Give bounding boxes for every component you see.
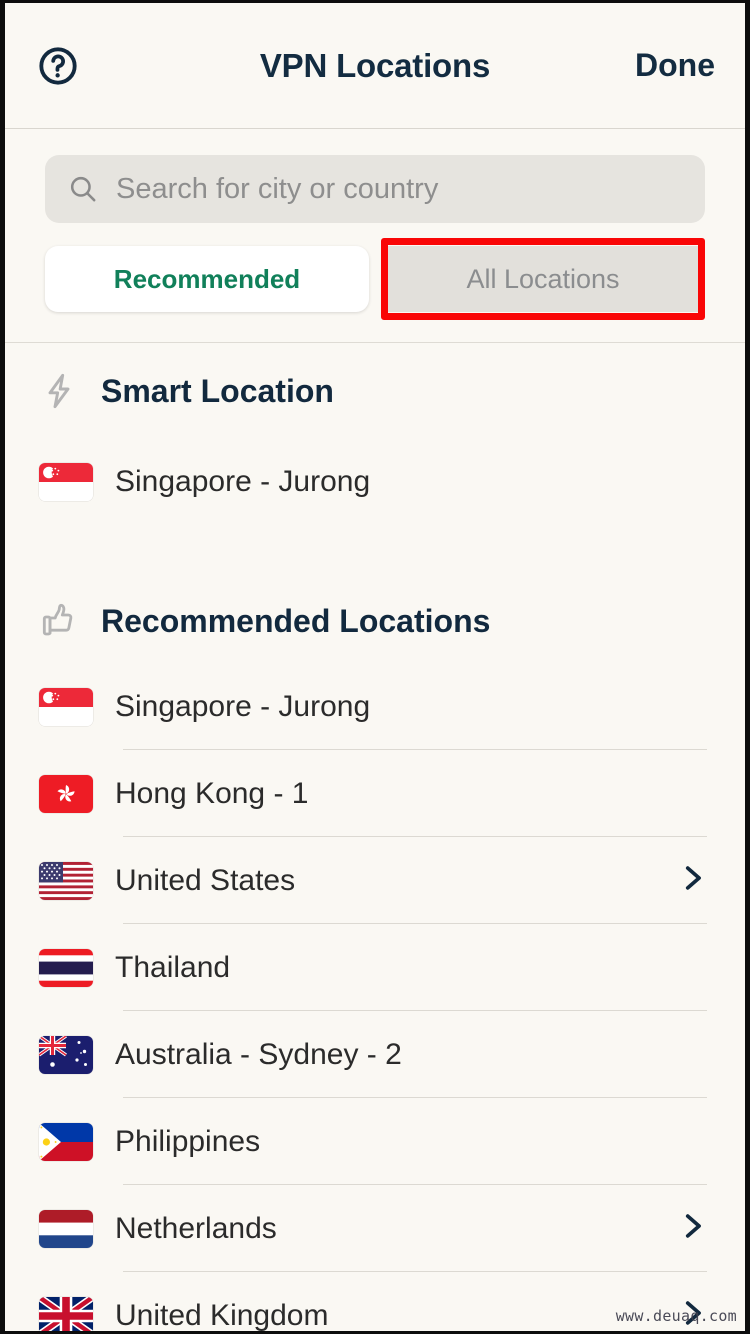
tab-all-locations-label: All Locations [466,264,619,295]
tab-recommended[interactable]: Recommended [45,246,369,312]
list-item-smart-location[interactable]: Singapore - Jurong [5,433,745,531]
list-item-label: Netherlands [115,1212,277,1246]
flag-united-kingdom [39,1297,93,1334]
page-title: VPN Locations [5,47,745,85]
search-placeholder: Search for city or country [116,173,438,206]
list-item-philippines[interactable]: Philippines [5,1098,745,1185]
lightning-bolt-icon [39,371,79,411]
list-item-label: Singapore - Jurong [115,465,370,499]
list-item-netherlands[interactable]: Netherlands [5,1185,745,1272]
flag-netherlands [39,1210,93,1248]
navigation-bar: VPN Locations Done [5,3,745,129]
flag-australia [39,1036,93,1074]
list-item-label: Philippines [115,1125,260,1159]
section-gap [5,531,745,573]
flag-thailand [39,949,93,987]
flag-hong-kong [39,775,93,813]
search-and-tabs-section: Search for city or country Recommended A… [5,129,745,343]
locations-list: Smart Location Singapore - Jurong [5,343,745,1334]
search-icon [67,173,99,205]
list-item-united-states[interactable]: United States [5,837,745,924]
tab-all-locations[interactable]: All Locations [381,246,705,312]
chevron-right-icon[interactable] [675,1209,709,1248]
tab-recommended-label: Recommended [114,264,300,295]
watermark: www.deuaq.com [616,1307,737,1325]
flag-singapore [39,463,93,501]
flag-philippines [39,1123,93,1161]
list-item-label: Australia - Sydney - 2 [115,1038,402,1072]
chevron-right-icon[interactable] [675,861,709,900]
done-button[interactable]: Done [635,47,715,84]
list-item-label: Thailand [115,951,230,985]
list-item-hong-kong[interactable]: Hong Kong - 1 [5,750,745,837]
flag-singapore [39,688,93,726]
help-circle-icon [36,44,80,88]
help-button[interactable] [35,43,81,89]
search-input[interactable]: Search for city or country [45,155,705,223]
section-header-recommended-locations: Recommended Locations [5,573,745,663]
list-item-singapore[interactable]: Singapore - Jurong [5,663,745,750]
section-title: Recommended Locations [101,603,490,640]
list-item-label: United Kingdom [115,1299,328,1333]
section-header-smart-location: Smart Location [5,343,745,433]
list-item-label: Singapore - Jurong [115,690,370,724]
phone-screen: VPN Locations Done Search for city or co… [0,0,750,1334]
list-item-thailand[interactable]: Thailand [5,924,745,1011]
list-item-australia[interactable]: Australia - Sydney - 2 [5,1011,745,1098]
list-item-label: Hong Kong - 1 [115,777,308,811]
flag-united-states [39,862,93,900]
section-title: Smart Location [101,373,334,410]
tab-group: Recommended All Locations [45,246,705,312]
list-item-label: United States [115,864,295,898]
thumbs-up-icon [39,601,79,641]
